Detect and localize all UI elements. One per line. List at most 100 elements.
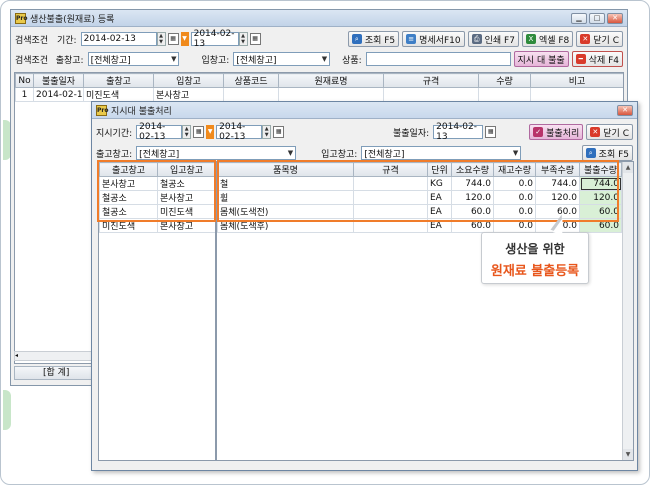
date-to-input[interactable]: 2014-02-13 xyxy=(216,122,263,142)
in-warehouse-label: 입고창고: xyxy=(321,149,358,160)
table-row[interactable]: 1 2014-02-13 미진도색 본사창고 xyxy=(15,87,623,102)
maximize-button[interactable]: □ xyxy=(589,12,605,24)
out-warehouse-select[interactable]: [전체창고] ▼ xyxy=(136,146,297,160)
column-header[interactable]: 원재료명 xyxy=(278,73,384,88)
app-icon: Pro xyxy=(15,12,28,24)
callout-line-1: 생산을 위한 xyxy=(505,242,565,256)
column-header[interactable]: 규격 xyxy=(383,73,479,88)
close-icon: ✕ xyxy=(590,127,601,137)
query-button[interactable]: ⌕ 조회 F5 xyxy=(347,31,400,47)
delete-icon: ━ xyxy=(575,54,586,64)
calendar-icon[interactable]: ▦ xyxy=(249,33,261,45)
product-input[interactable] xyxy=(365,52,511,66)
excel-icon: X xyxy=(525,34,536,44)
total-label: [합 계] xyxy=(43,368,70,378)
close-button[interactable]: ✕ 닫기 C xyxy=(576,31,623,47)
column-header[interactable]: 수량 xyxy=(478,73,531,88)
date-from-input[interactable]: 2014-02-13 xyxy=(80,32,157,46)
date-from-input[interactable]: 2014-02-13 xyxy=(136,122,183,142)
print-button[interactable]: ⎙ 인쇄 F7 xyxy=(467,31,519,47)
search-condition-label: 검색조건 xyxy=(15,55,49,66)
close-window-button[interactable]: ✕ xyxy=(617,104,633,116)
process-release-button[interactable]: ✓ 불출처리 xyxy=(529,124,584,140)
calendar-icon[interactable]: ▦ xyxy=(273,126,285,138)
column-header[interactable]: 출창고 xyxy=(83,73,154,88)
printer-icon: ⎙ xyxy=(471,34,482,44)
total-row: [합 계] xyxy=(14,366,99,380)
out-warehouse-cell: 미진도색 xyxy=(83,87,154,102)
document-icon: ≡ xyxy=(406,34,417,44)
main-window-title: 생산불출(원재료) 등록 xyxy=(30,14,115,25)
excel-button[interactable]: X 엑셀 F8 xyxy=(521,31,574,47)
column-header[interactable]: No xyxy=(15,73,34,88)
date-from-spinner[interactable]: ▲ ▼ xyxy=(182,125,192,139)
highlight-box-warehouses xyxy=(97,160,216,222)
main-titlebar: Pro 생산불출(원재료) 등록 ▁ □ ✕ xyxy=(11,10,627,27)
dialog-close-button[interactable]: ✕ 닫기 C xyxy=(586,124,633,140)
release-dialog: Pro 지시대 불출처리 ✕ 지시기간: 2014-02-13 ▲ ▼ ▦ ▼ 2… xyxy=(91,101,638,471)
calendar-icon[interactable]: ▦ xyxy=(485,126,497,138)
in-warehouse-select[interactable]: [전체창고] ▼ xyxy=(361,146,522,160)
out-warehouse-label: 출고창고: xyxy=(96,149,133,160)
chevron-down-icon: ▼ xyxy=(321,55,328,63)
dialog-titlebar: Pro 지시대 불출처리 ✕ xyxy=(92,102,637,119)
close-icon: ✕ xyxy=(580,34,591,44)
out-warehouse-label: 출창고: xyxy=(55,55,84,66)
date-to-spinner[interactable]: ▲ ▼ xyxy=(262,125,272,139)
horizontal-scrollbar[interactable]: ◂ xyxy=(14,351,99,361)
date-from-spinner[interactable]: ▲ ▼ xyxy=(156,32,166,46)
callout-box: 생산을 위한 원재료 불출등록 xyxy=(481,232,589,284)
date-to-spinner[interactable]: ▲ ▼ xyxy=(238,32,248,46)
search-icon: ⌕ xyxy=(351,34,362,44)
main-table: No 불출일자 출창고 입창고 상품코드 원재료명 규격 수량 비고 1 201… xyxy=(15,73,623,102)
scroll-down-icon[interactable]: ▼ xyxy=(623,449,633,460)
main-table-header: No 불출일자 출창고 입창고 상품코드 원재료명 규격 수량 비고 xyxy=(15,73,623,88)
instruction-release-button[interactable]: 지시 대 불출 xyxy=(513,51,569,67)
dialog-query-button[interactable]: ⌕ 조회 F5 xyxy=(581,145,633,161)
close-window-button[interactable]: ✕ xyxy=(607,12,623,24)
range-arrow-icon[interactable]: ▼ xyxy=(206,125,215,139)
search-row-1: 검색조건 기간: 2014-02-13 ▲ ▼ ▦ ▼ 2014-02-13 ▲ ▼… xyxy=(11,29,627,49)
instruction-period-label: 지시기간: xyxy=(96,128,133,139)
dialog-row-1: 지시기간: 2014-02-13 ▲ ▼ ▦ ▼ 2014-02-13 ▲ ▼ ▦ … xyxy=(92,122,637,142)
column-header[interactable]: 상품코드 xyxy=(223,73,279,88)
dialog-title: 지시대 불출처리 xyxy=(111,106,172,117)
search-condition-label: 검색조건 xyxy=(15,35,49,46)
side-decoration xyxy=(3,390,11,430)
column-header[interactable]: 불출일자 xyxy=(33,73,84,88)
callout-line-2: 원재료 불출등록 xyxy=(490,264,580,279)
out-warehouse-select[interactable]: [전체창고] ▼ xyxy=(87,52,180,66)
column-header[interactable]: 입창고 xyxy=(153,73,224,88)
row-number: 1 xyxy=(15,87,34,102)
quantity-cell xyxy=(478,87,531,102)
app-icon: Pro xyxy=(96,104,109,116)
spec-cell xyxy=(383,87,479,102)
calendar-icon[interactable]: ▦ xyxy=(193,126,205,138)
release-date-cell: 2014-02-13 xyxy=(33,87,84,102)
chevron-down-icon: ▼ xyxy=(512,149,519,157)
date-to-input[interactable]: 2014-02-13 xyxy=(190,29,239,49)
range-arrow-icon[interactable]: ▼ xyxy=(180,32,189,46)
product-code-cell xyxy=(223,87,279,102)
chevron-down-icon: ▼ xyxy=(171,55,177,63)
detail-button[interactable]: ≡ 명세서F10 xyxy=(402,31,465,47)
release-date-label: 불출일자: xyxy=(393,128,430,139)
in-warehouse-select[interactable]: [전체창고] ▼ xyxy=(233,52,331,66)
remark-cell xyxy=(530,87,623,102)
in-warehouse-cell: 본사창고 xyxy=(153,87,224,102)
check-icon: ✓ xyxy=(533,127,544,137)
minimize-button[interactable]: ▁ xyxy=(571,12,587,24)
scroll-up-icon[interactable]: ▲ xyxy=(623,162,633,173)
material-name-cell xyxy=(278,87,384,102)
vertical-scrollbar[interactable]: ▲ ▼ xyxy=(622,162,633,460)
in-warehouse-label: 입창고: xyxy=(201,55,230,66)
period-label: 기간: xyxy=(57,35,77,46)
search-row-2: 검색조건 출창고: [전체창고] ▼ 입창고: [전체창고] ▼ 상품: 지시 대 … xyxy=(11,49,627,69)
release-date-input[interactable]: 2014-02-13 xyxy=(433,122,484,142)
search-icon: ⌕ xyxy=(585,148,596,158)
calendar-icon[interactable]: ▦ xyxy=(167,33,179,45)
chevron-down-icon: ▼ xyxy=(287,149,294,157)
column-header[interactable]: 비고 xyxy=(530,73,623,88)
delete-button[interactable]: ━ 삭제 F4 xyxy=(571,51,623,67)
product-label: 상품: xyxy=(342,55,362,66)
